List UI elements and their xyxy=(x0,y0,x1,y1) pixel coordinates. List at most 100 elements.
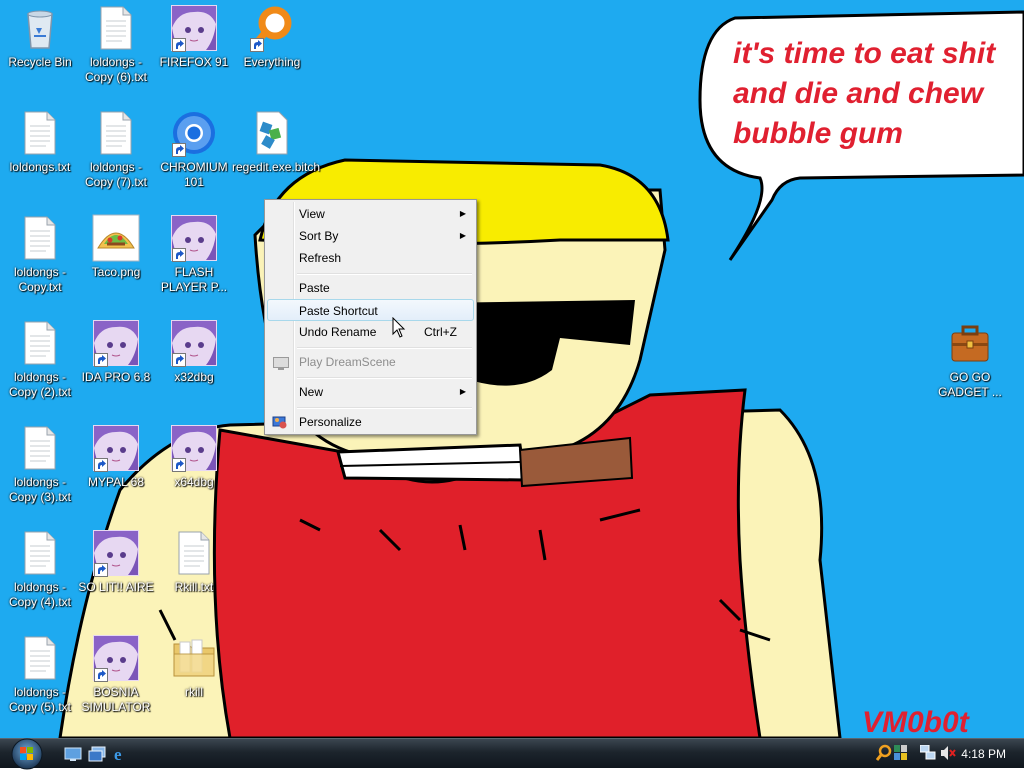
volume-muted-icon[interactable] xyxy=(940,745,956,766)
menu-item-sort-by-label: Sort By xyxy=(299,229,339,243)
desktop-icon[interactable]: loldongs - Copy (2).txt xyxy=(0,319,80,400)
desktop-icon[interactable]: rkill xyxy=(154,634,234,700)
menu-separator xyxy=(297,273,472,275)
menu-item-view-label: View xyxy=(299,207,325,221)
desktop-icon[interactable]: FLASH PLAYER P... xyxy=(154,214,234,295)
desktop-icon[interactable]: Taco.png xyxy=(76,214,156,280)
desktop-icon[interactable]: loldongs - Copy.txt xyxy=(0,214,80,295)
desktop-icon-label: GO GO GADGET ... xyxy=(938,370,1002,399)
shortcut-arrow-icon xyxy=(172,458,186,472)
everything-search-icon xyxy=(248,4,296,52)
menu-item-paste-shortcut[interactable]: Paste Shortcut xyxy=(267,299,474,321)
menu-item-play-dreamscene-label: Play DreamScene xyxy=(299,355,396,369)
shortcut-arrow-icon xyxy=(94,563,108,577)
desktop-icon[interactable]: x64dbg xyxy=(154,424,234,490)
text-file-icon xyxy=(92,109,140,157)
desktop-icon-label: loldongs - Copy (6).txt xyxy=(84,55,147,84)
desktop-icon-label: regedit.exe.bitch xyxy=(232,160,321,174)
notification-area: 4:18 PM xyxy=(864,739,1024,769)
desktop-icon[interactable]: BOSNIA SIMULATOR xyxy=(76,634,156,715)
desktop-icon-label: SO LIT!! AIRE xyxy=(78,580,154,594)
desktop-icon-label: x64dbg xyxy=(174,475,214,489)
shortcut-arrow-icon xyxy=(94,668,108,682)
switch-windows-icon[interactable] xyxy=(88,746,106,762)
desktop-icon-label: loldongs - Copy (5).txt xyxy=(8,685,71,714)
menu-item-refresh-label: Refresh xyxy=(299,251,342,265)
desktop-icon[interactable]: loldongs - Copy (5).txt xyxy=(0,634,80,715)
submenu-arrow-icon: ▶ xyxy=(459,387,466,396)
desktop-icon-label: Recycle Bin xyxy=(8,55,72,69)
desktop-icon[interactable]: loldongs - Copy (7).txt xyxy=(76,109,156,190)
anime-shortcut-icon xyxy=(170,424,218,472)
desktop-icon[interactable]: CHROMIUM 101 xyxy=(154,109,234,190)
show-desktop-icon[interactable] xyxy=(64,746,82,762)
shortcut-arrow-icon xyxy=(94,458,108,472)
anime-shortcut-icon xyxy=(170,214,218,262)
recycle-bin-icon xyxy=(16,4,64,52)
anime-shortcut-icon xyxy=(170,319,218,367)
desktop-icon[interactable]: loldongs.txt xyxy=(0,109,80,175)
desktop-icon[interactable]: IDA PRO 6.8 xyxy=(76,319,156,385)
desktop-icon[interactable]: Everything xyxy=(232,4,312,70)
desktop-icon[interactable]: loldongs - Copy (4).txt xyxy=(0,529,80,610)
menu-separator xyxy=(297,407,472,409)
internet-explorer-icon[interactable]: e xyxy=(112,745,130,764)
shortcut-arrow-icon xyxy=(172,353,186,367)
desktop-icon[interactable]: FIREFOX 91 xyxy=(154,4,234,70)
desktop-icon[interactable]: regedit.exe.bitch xyxy=(232,109,321,175)
menu-item-refresh[interactable]: Refresh xyxy=(267,247,474,269)
desktop-icon[interactable]: loldongs - Copy (6).txt xyxy=(76,4,156,85)
menu-item-new-label: New xyxy=(299,385,324,399)
start-button[interactable] xyxy=(6,735,48,771)
desktop-icon[interactable]: Rkill.txt xyxy=(154,529,234,595)
folder-icon xyxy=(170,634,218,682)
menu-separator xyxy=(297,347,472,349)
desktop-icon[interactable]: loldongs - Copy (3).txt xyxy=(0,424,80,505)
desktop-icon[interactable]: Recycle Bin xyxy=(0,4,80,70)
desktop-icon[interactable]: MYPAL 68 xyxy=(76,424,156,490)
shortcut-arrow-icon xyxy=(172,143,186,157)
menu-item-paste-label: Paste xyxy=(299,281,330,295)
shortcut-arrow-icon xyxy=(172,38,186,52)
anime-shortcut-icon xyxy=(92,634,140,682)
app-tray-icon[interactable] xyxy=(894,745,908,766)
taskbar: e 4:18 PM xyxy=(0,735,1024,771)
desktop[interactable]: it's time to eat shit and die and chew b… xyxy=(0,0,1024,738)
taskbar-clock[interactable]: 4:18 PM xyxy=(961,747,1006,761)
desktop-icon-label: loldongs - Copy (4).txt xyxy=(8,580,71,609)
menu-item-personalize-label: Personalize xyxy=(299,415,362,429)
menu-item-personalize[interactable]: Personalize xyxy=(267,411,474,433)
submenu-arrow-icon: ▶ xyxy=(459,209,466,218)
menu-item-sort-by[interactable]: Sort By ▶ xyxy=(267,225,474,247)
menu-item-new[interactable]: New ▶ xyxy=(267,381,474,403)
menu-item-paste[interactable]: Paste xyxy=(267,277,474,299)
speech-line-3: bubble gum xyxy=(733,117,903,150)
text-file-icon xyxy=(16,214,64,262)
text-file-icon xyxy=(16,424,64,472)
desktop-icon[interactable]: x32dbg xyxy=(154,319,234,385)
desktop-icon-label: BOSNIA SIMULATOR xyxy=(81,685,151,714)
menu-item-undo-rename[interactable]: Undo Rename Ctrl+Z xyxy=(267,321,474,343)
network-icon[interactable] xyxy=(919,744,936,766)
anime-shortcut-icon xyxy=(170,4,218,52)
menu-item-play-dreamscene: Play DreamScene xyxy=(267,351,474,373)
text-file-icon xyxy=(16,109,64,157)
shortcut-arrow-icon xyxy=(250,38,264,52)
undo-rename-shortcut-key: Ctrl+Z xyxy=(424,325,457,339)
desktop-icon-label: x32dbg xyxy=(174,370,214,384)
speech-line-2: and die and chew xyxy=(733,77,985,110)
menu-item-undo-rename-label: Undo Rename xyxy=(299,325,377,339)
anime-shortcut-icon xyxy=(92,529,140,577)
windows-logo-icon xyxy=(11,738,43,770)
anime-shortcut-icon xyxy=(92,319,140,367)
taco-image-icon xyxy=(92,214,140,262)
svg-text:e: e xyxy=(114,746,122,762)
text-file-icon xyxy=(16,529,64,577)
desktop-icon[interactable]: GO GO GADGET ... xyxy=(930,319,1010,400)
desktop-icon-label: MYPAL 68 xyxy=(87,475,145,489)
desktop-icon-label: IDA PRO 6.8 xyxy=(81,370,151,384)
desktop-icon-label: FLASH PLAYER P... xyxy=(160,265,228,294)
search-icon[interactable] xyxy=(875,744,892,767)
desktop-icon[interactable]: SO LIT!! AIRE xyxy=(76,529,156,595)
menu-item-view[interactable]: View ▶ xyxy=(267,203,474,225)
